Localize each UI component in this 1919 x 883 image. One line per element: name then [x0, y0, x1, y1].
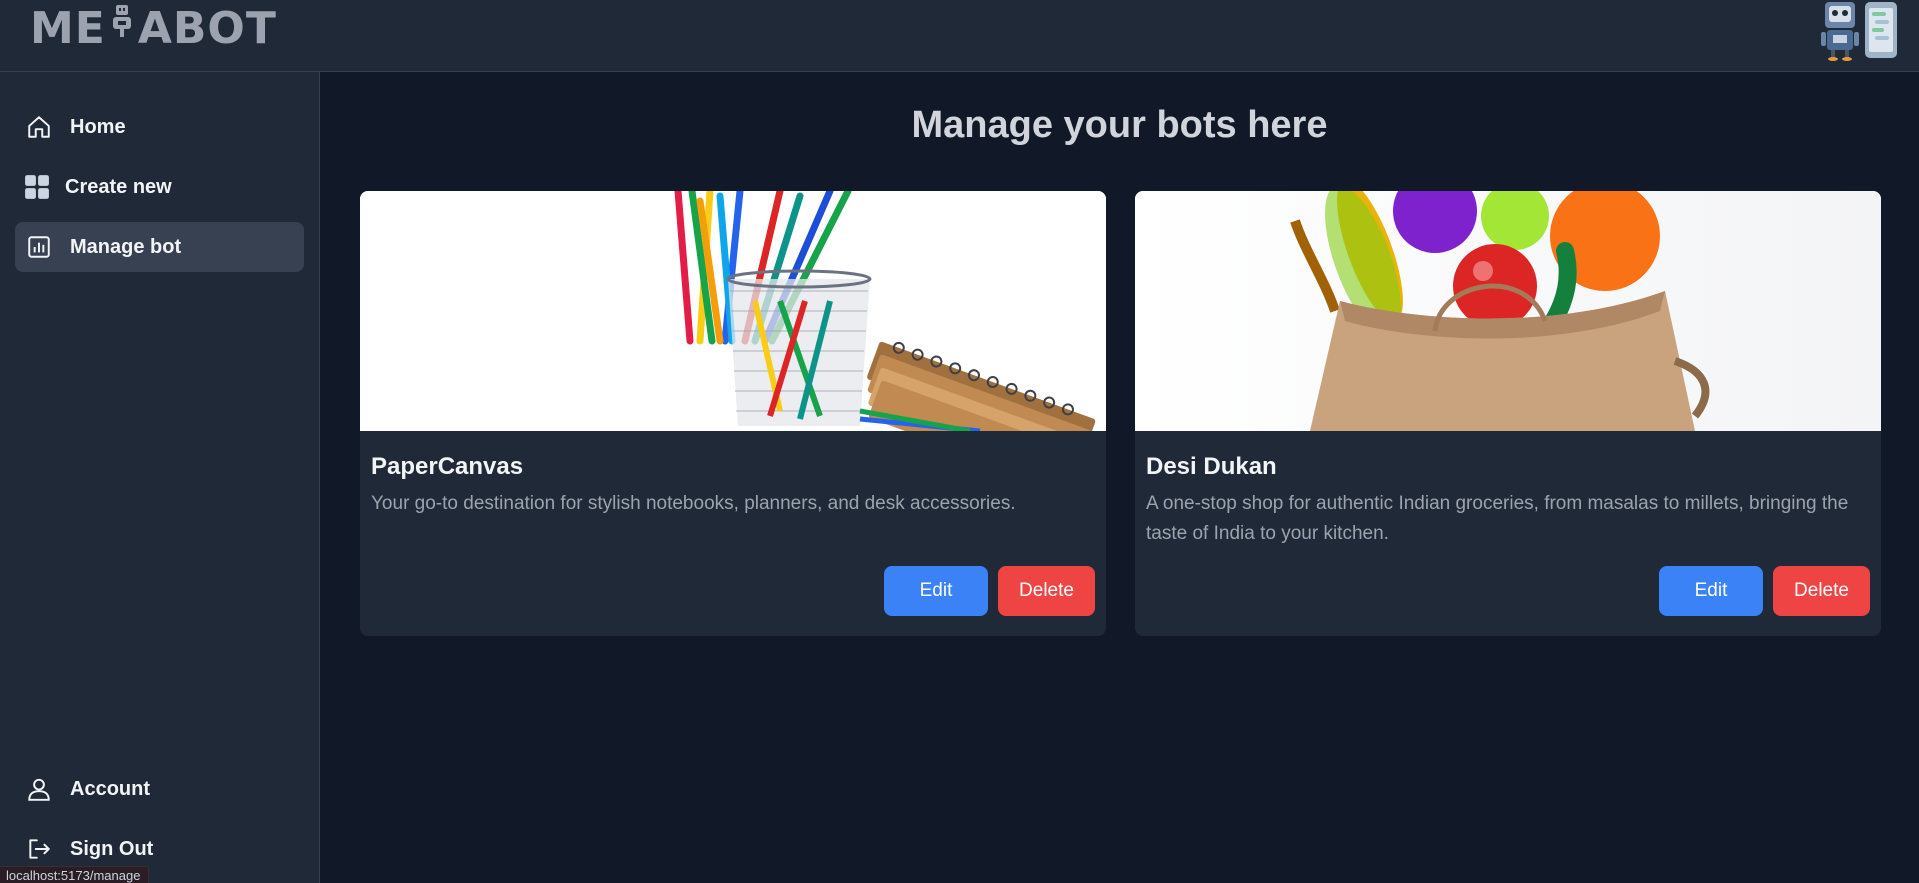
- sidebar-item-label: Manage bot: [70, 235, 182, 258]
- user-avatar[interactable]: [1817, 0, 1901, 62]
- delete-button[interactable]: Delete: [1773, 566, 1870, 616]
- app-logo[interactable]: ME ABOT: [30, 2, 277, 54]
- home-icon: [25, 113, 53, 141]
- logo-robot-icon: [110, 3, 134, 54]
- bot-card: PaperCanvas Your go-to destination for s…: [360, 191, 1106, 636]
- bot-image-stationery: [360, 191, 1106, 431]
- status-url-preview: localhost:5173/manage: [0, 866, 150, 883]
- sidebar-item-label: Account: [70, 777, 150, 800]
- bot-description: A one-stop shop for authentic Indian gro…: [1146, 493, 1849, 544]
- sidebar-item-label: Home: [70, 115, 126, 138]
- user-icon: [25, 775, 53, 803]
- bot-description: Your go-to destination for stylish noteb…: [371, 493, 1016, 514]
- sidebar-item-account[interactable]: Account: [15, 764, 304, 814]
- delete-button[interactable]: Delete: [998, 566, 1095, 616]
- logo-text-left: ME: [30, 2, 106, 54]
- sidebar-item-label: Sign Out: [70, 837, 154, 860]
- bot-name: PaperCanvas: [371, 453, 524, 480]
- sidebar-item-manage-bot[interactable]: Manage bot: [15, 222, 304, 272]
- page-title: Manage your bots here: [911, 104, 1328, 146]
- sidebar-item-create-new[interactable]: Create new: [15, 162, 304, 212]
- sidebar-item-home[interactable]: Home: [15, 102, 304, 152]
- top-header: ME ABOT: [0, 0, 1919, 72]
- chart-icon: [25, 233, 53, 261]
- sign-out-icon: [25, 835, 53, 863]
- sidebar-item-label: Create new: [65, 175, 172, 198]
- bot-card: Desi Dukan A one-stop shop for authentic…: [1135, 191, 1881, 636]
- bot-image-groceries: [1135, 191, 1881, 431]
- sidebar: Home Create new Manage bot Account Sign …: [0, 72, 320, 883]
- edit-button[interactable]: Edit: [1659, 566, 1763, 616]
- grid-icon: [23, 173, 51, 201]
- edit-button[interactable]: Edit: [884, 566, 988, 616]
- logo-text-right: ABOT: [137, 2, 277, 54]
- bot-name: Desi Dukan: [1146, 453, 1277, 480]
